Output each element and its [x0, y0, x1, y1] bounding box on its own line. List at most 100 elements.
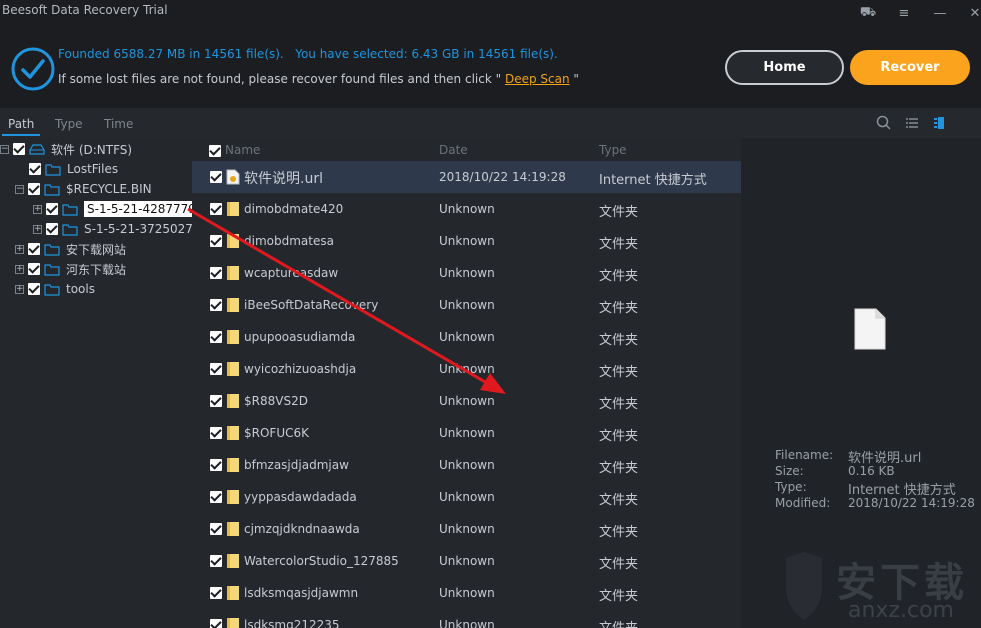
list-view-icon[interactable] — [904, 115, 920, 131]
file-name: upupooasudiamda — [244, 330, 356, 344]
modified-label: Modified: — [775, 496, 831, 510]
row-checkbox[interactable] — [210, 203, 222, 215]
column-type[interactable]: Type — [599, 143, 627, 157]
file-row[interactable]: lsdksmqasjdjawmn Unknown 文件夹 — [192, 577, 741, 609]
row-checkbox[interactable] — [210, 235, 222, 247]
file-row[interactable]: bfmzasjdjadmjaw Unknown 文件夹 — [192, 449, 741, 481]
file-row[interactable]: $R88VS2D Unknown 文件夹 — [192, 385, 741, 417]
search-icon[interactable] — [876, 115, 892, 131]
file-row[interactable]: $ROFUC6K Unknown 文件夹 — [192, 417, 741, 449]
row-checkbox[interactable] — [210, 587, 222, 599]
row-checkbox[interactable] — [210, 427, 222, 439]
row-checkbox[interactable] — [210, 363, 222, 375]
tree-item-hedong[interactable]: + 河东下载站 — [15, 259, 126, 279]
tree-checkbox[interactable] — [13, 143, 25, 155]
tree-item-tools[interactable]: + tools — [15, 279, 95, 299]
tree-label: 河东下载站 — [66, 262, 127, 277]
tab-type[interactable]: Type — [55, 117, 83, 131]
row-checkbox[interactable] — [210, 395, 222, 407]
row-checkbox[interactable] — [210, 619, 222, 628]
folder-icon — [44, 283, 60, 296]
file-row[interactable]: dimobdmate420 Unknown 文件夹 — [192, 193, 741, 225]
select-all-checkbox[interactable] — [209, 145, 221, 157]
expand-icon[interactable]: + — [15, 284, 24, 294]
expand-icon[interactable]: + — [15, 264, 24, 274]
file-row[interactable]: wyicozhizuoashdja Unknown 文件夹 — [192, 353, 741, 385]
recover-button[interactable]: Recover — [850, 50, 970, 85]
detail-view-icon[interactable] — [932, 115, 948, 131]
file-row[interactable]: upupooasudiamda Unknown 文件夹 — [192, 321, 741, 353]
file-row[interactable]: lsdksmq212235 Unknown 文件夹 — [192, 609, 741, 628]
row-checkbox[interactable] — [210, 555, 222, 567]
collapse-icon[interactable]: − — [15, 184, 24, 194]
tree-item-root[interactable]: − 软件 (D:NTFS) — [0, 139, 132, 159]
tab-path[interactable]: Path — [8, 117, 34, 131]
file-date: Unknown — [439, 266, 495, 280]
tree-checkbox[interactable] — [46, 203, 58, 215]
watermark-url: anxz.com — [848, 598, 954, 623]
tree-item-anxz[interactable]: + 安下载网站 — [15, 239, 126, 259]
file-row[interactable]: cjmzqjdkndnaawda Unknown 文件夹 — [192, 513, 741, 545]
file-type: 文件夹 — [599, 205, 639, 220]
tree-label: tools — [66, 282, 95, 296]
scan-summary: Founded 6588.27 MB in 14561 file(s). You… — [58, 47, 558, 61]
hint-suffix: " — [573, 72, 579, 86]
file-date: Unknown — [439, 202, 495, 216]
tree-checkbox[interactable] — [46, 223, 58, 235]
file-type: 文件夹 — [599, 301, 639, 316]
menu-icon[interactable]: ≡ — [894, 4, 914, 22]
feedback-icon[interactable]: ⛟ — [858, 4, 878, 22]
column-name[interactable]: Name — [225, 143, 260, 157]
row-checkbox[interactable] — [210, 299, 222, 311]
file-name: 软件说明.url — [244, 171, 323, 187]
tree-label: 安下载网站 — [66, 242, 127, 257]
row-checkbox[interactable] — [210, 459, 222, 471]
file-row[interactable]: WatercolorStudio_127885 Unknown 文件夹 — [192, 545, 741, 577]
home-button[interactable]: Home — [725, 50, 844, 85]
file-row[interactable]: wcaptureasdaw Unknown 文件夹 — [192, 257, 741, 289]
expand-icon[interactable]: + — [15, 244, 24, 254]
tree-checkbox[interactable] — [28, 263, 40, 275]
tree-item-sid-1[interactable]: + S-1-5-21-4287779 — [33, 199, 192, 219]
active-tab-indicator — [2, 134, 40, 136]
file-row[interactable]: dimobdmatesa Unknown 文件夹 — [192, 225, 741, 257]
collapse-icon[interactable]: − — [0, 144, 9, 154]
file-date: Unknown — [439, 298, 495, 312]
tree-item-recycle-bin[interactable]: − $RECYCLE.BIN — [15, 179, 152, 199]
row-checkbox[interactable] — [210, 171, 222, 183]
tab-time[interactable]: Time — [104, 117, 133, 131]
file-type: 文件夹 — [599, 237, 639, 252]
tree-checkbox[interactable] — [29, 163, 41, 175]
column-date[interactable]: Date — [439, 143, 468, 157]
file-row[interactable]: yyppasdawdadada Unknown 文件夹 — [192, 481, 741, 513]
row-checkbox[interactable] — [210, 491, 222, 503]
tree-checkbox[interactable] — [28, 183, 40, 195]
type-label: Type: — [775, 480, 807, 494]
file-row[interactable]: iBeeSoftDataRecovery Unknown 文件夹 — [192, 289, 741, 321]
expand-icon[interactable]: + — [33, 204, 42, 214]
row-checkbox[interactable] — [210, 523, 222, 535]
tree-checkbox[interactable] — [28, 283, 40, 295]
folder-icon — [227, 266, 239, 280]
file-date: Unknown — [439, 330, 495, 344]
folder-icon — [62, 203, 78, 216]
folder-icon — [227, 426, 239, 440]
folder-icon — [227, 618, 239, 628]
row-checkbox[interactable] — [210, 267, 222, 279]
close-icon[interactable]: ✕ — [965, 4, 981, 22]
file-row[interactable]: 软件说明.url 2018/10/22 14:19:28 Internet 快捷方式 — [192, 161, 741, 193]
file-date: Unknown — [439, 234, 495, 248]
tree-item-sid-2[interactable]: + S-1-5-21-3725027 — [33, 219, 192, 239]
expand-icon[interactable]: + — [33, 224, 42, 234]
deep-scan-link[interactable]: Deep Scan — [505, 72, 570, 86]
minimize-icon[interactable]: — — [930, 4, 950, 22]
file-type: 文件夹 — [599, 589, 639, 604]
row-checkbox[interactable] — [210, 331, 222, 343]
title-bar: Beesoft Data Recovery Trial ⛟ ≡ — ✕ — [0, 0, 981, 26]
tree-checkbox[interactable] — [28, 243, 40, 255]
drive-icon — [29, 143, 45, 155]
tree-label: S-1-5-21-4287779 — [84, 201, 192, 217]
size-value: 0.16 KB — [848, 464, 895, 478]
tree-item-lostfiles[interactable]: LostFiles — [0, 159, 118, 179]
file-date: Unknown — [439, 586, 495, 600]
